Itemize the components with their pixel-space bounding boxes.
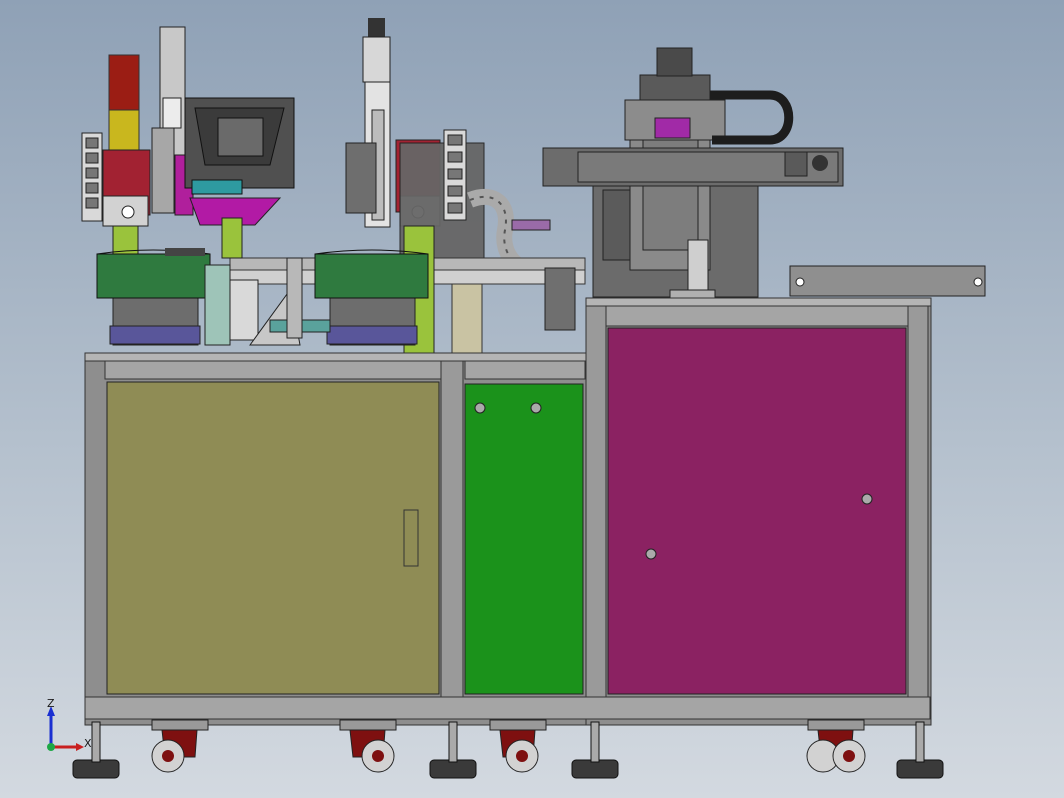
center-door-knob-2[interactable] [530,402,542,414]
left-cabinet-door[interactable] [106,381,440,695]
cable-chain-center [443,129,467,221]
right-cabinet-door[interactable] [607,327,907,695]
right-door-knob-2[interactable] [645,548,657,560]
feeder-bowl-center [314,249,429,346]
monitor [184,97,295,195]
coordinate-triad-icon [47,706,84,751]
robot-station [542,47,986,301]
casters [151,719,866,773]
feeder-bowl-left [96,248,211,346]
center-gantry [345,18,391,228]
center-cabinet-door[interactable] [464,383,584,695]
center-door-knob-1[interactable] [474,402,486,414]
triad-x-label: X [84,737,92,750]
cad-viewport[interactable]: Z X [0,0,1064,798]
machine-assembly-view [47,18,986,779]
right-door-knob-1[interactable] [861,493,873,505]
triad-z-label: Z [47,697,55,710]
cable-chain-left [81,132,103,222]
